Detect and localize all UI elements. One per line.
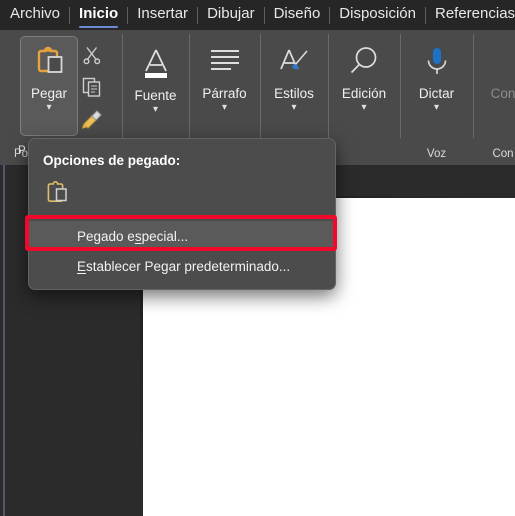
- ribbon-group-confidencialidad: Con Con: [473, 30, 515, 165]
- font-button[interactable]: Fuente ▾: [127, 36, 185, 136]
- font-a-icon: [138, 45, 174, 81]
- tab-label: Inicio: [79, 5, 119, 22]
- menu-item-label-after: pecial...: [141, 228, 189, 244]
- copy-icon: [81, 76, 103, 103]
- tab-insertar[interactable]: Insertar: [128, 0, 197, 30]
- chevron-down-icon[interactable]: ▾: [153, 105, 158, 115]
- paste-button-label: Pegar: [30, 86, 68, 101]
- styles-button[interactable]: Estilos ▾: [265, 36, 323, 136]
- ribbon-tabstrip: Archivo Inicio Insertar Dibujar Diseño D…: [0, 0, 515, 30]
- menu-item-accelerator: s: [134, 228, 142, 244]
- ribbon-group-voz: Dictar ▾ Voz: [400, 30, 473, 165]
- tab-referencias[interactable]: Referencias: [426, 0, 515, 30]
- paste-clipboard-icon: [32, 45, 66, 79]
- tab-label: Archivo: [10, 5, 61, 22]
- chevron-down-icon[interactable]: ▾: [434, 103, 439, 113]
- menu-item-establecer-pegar-predeterminado[interactable]: Establecer Pegar predeterminado...: [29, 251, 335, 281]
- paragraph-button[interactable]: Párrafo ▾: [196, 36, 254, 136]
- tab-label: Diseño: [273, 5, 321, 22]
- menu-item-label-after: stablecer Pegar predeterminado...: [86, 258, 291, 274]
- paste-button[interactable]: Pegar ▾: [20, 36, 78, 136]
- ribbon-group-edicion: Edición ▾: [328, 30, 400, 165]
- menu-item-label-before: Pegado e: [77, 228, 135, 244]
- dictate-button[interactable]: Dictar ▾: [408, 36, 466, 136]
- editing-button[interactable]: Edición ▾: [335, 36, 393, 136]
- tab-inicio[interactable]: Inicio: [70, 0, 127, 30]
- group-label-portapapeles-occluded: P: [18, 145, 26, 157]
- scissors-icon: [82, 45, 102, 70]
- styles-a-brush-icon: [276, 45, 312, 79]
- sensitivity-button-label: Con: [490, 86, 515, 101]
- chevron-down-icon[interactable]: ▾: [222, 103, 227, 113]
- group-label-voz: Voz: [426, 148, 447, 160]
- tab-archivo[interactable]: Archivo: [0, 0, 69, 30]
- format-painter-icon: [81, 108, 103, 135]
- group-label-confidencialidad: Con: [492, 148, 514, 160]
- paragraph-button-label: Párrafo: [202, 86, 247, 101]
- paste-options-header: Opciones de pegado:: [43, 153, 181, 168]
- chevron-down-icon[interactable]: ▾: [46, 103, 51, 113]
- microphone-icon: [421, 45, 453, 79]
- font-button-label: Fuente: [134, 88, 177, 103]
- word-window: Archivo Inicio Insertar Dibujar Diseño D…: [0, 0, 515, 516]
- paste-options-icon-row: [29, 168, 335, 221]
- menu-item-pegado-especial[interactable]: Pegado e s pecial...: [29, 221, 335, 251]
- menu-item-accelerator: E: [77, 258, 87, 274]
- tab-label: Insertar: [137, 5, 189, 22]
- keep-source-formatting-button[interactable]: [45, 180, 71, 211]
- tab-diseno[interactable]: Diseño: [265, 0, 330, 30]
- chevron-down-icon[interactable]: ▾: [361, 103, 366, 113]
- tab-disposicion[interactable]: Disposición: [330, 0, 425, 30]
- styles-button-label: Estilos: [274, 86, 314, 101]
- dictate-button-label: Dictar: [418, 86, 455, 101]
- tab-dibujar[interactable]: Dibujar: [198, 0, 264, 30]
- paste-options-menu: Opciones de pegado: Pegado e s pecial... E…: [28, 138, 336, 290]
- format-painter-button[interactable]: [78, 108, 106, 134]
- clipboard-small-buttons: [78, 36, 106, 136]
- copy-button[interactable]: [78, 76, 106, 102]
- magnifier-icon: [347, 45, 381, 79]
- sensitivity-button[interactable]: Con: [474, 36, 515, 136]
- paragraph-lines-icon: [207, 45, 243, 79]
- chevron-down-icon[interactable]: ▾: [291, 103, 296, 113]
- clipboard-document-icon: [45, 181, 71, 210]
- tab-label: Dibujar: [207, 5, 255, 22]
- editing-button-label: Edición: [341, 86, 387, 101]
- left-edge-accent: [3, 112, 5, 516]
- tab-label: Referencias: [435, 5, 515, 22]
- tab-label: Disposición: [339, 5, 416, 22]
- cut-button[interactable]: [78, 44, 106, 70]
